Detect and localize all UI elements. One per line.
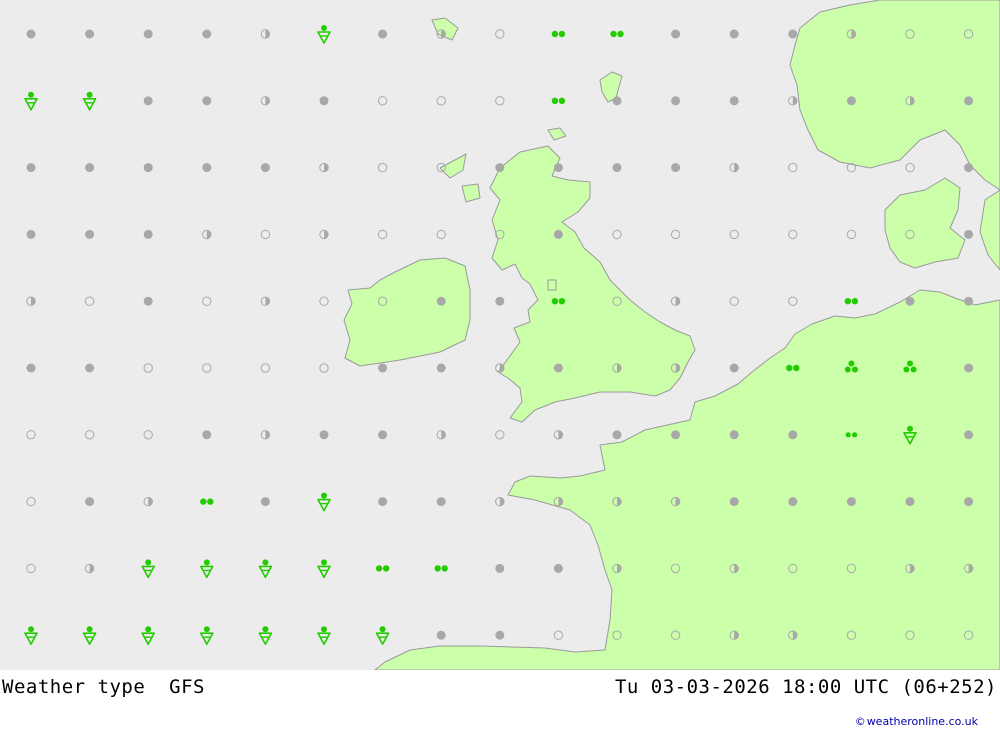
credit-text: weatheronline.co.uk	[866, 715, 978, 728]
filled-dot-symbol	[260, 497, 270, 507]
filled-dot-symbol	[495, 563, 505, 573]
filled-dot-symbol	[553, 563, 563, 573]
filled-dot-symbol	[553, 229, 563, 239]
product-name: Weather type	[2, 676, 146, 698]
filled-dot-symbol	[85, 497, 95, 507]
filled-dot-symbol	[788, 430, 798, 440]
weather-map	[0, 0, 1000, 670]
filled-dot-symbol	[26, 363, 36, 373]
filled-dot-symbol	[319, 96, 329, 106]
filled-dot-symbol	[85, 229, 95, 239]
filled-dot-symbol	[436, 363, 446, 373]
filled-dot-symbol	[495, 163, 505, 173]
filled-dot-symbol	[729, 96, 739, 106]
filled-dot-symbol	[378, 29, 388, 39]
filled-dot-symbol	[436, 497, 446, 507]
filled-dot-symbol	[671, 430, 681, 440]
filled-dot-symbol	[612, 96, 622, 106]
filled-dot-symbol	[202, 163, 212, 173]
filled-dot-symbol	[671, 163, 681, 173]
filled-dot-symbol	[143, 29, 153, 39]
filled-dot-symbol	[143, 229, 153, 239]
filled-dot-symbol	[729, 29, 739, 39]
filled-dot-symbol	[202, 29, 212, 39]
filled-dot-symbol	[905, 497, 915, 507]
filled-dot-symbol	[964, 363, 974, 373]
filled-dot-symbol	[964, 296, 974, 306]
filled-dot-symbol	[202, 430, 212, 440]
credit-link[interactable]: ©weatheronline.co.uk	[855, 715, 978, 728]
filled-dot-symbol	[671, 96, 681, 106]
filled-dot-symbol	[788, 497, 798, 507]
filled-dot-symbol	[964, 163, 974, 173]
filled-dot-symbol	[612, 430, 622, 440]
valid-time: Tu 03-03-2026 18:00 UTC (06+252)	[614, 676, 997, 698]
filled-dot-symbol	[436, 296, 446, 306]
filled-dot-symbol	[495, 296, 505, 306]
filled-dot-symbol	[143, 296, 153, 306]
filled-dot-symbol	[729, 497, 739, 507]
filled-dot-symbol	[143, 96, 153, 106]
filled-dot-symbol	[964, 229, 974, 239]
filled-dot-symbol	[964, 497, 974, 507]
filled-dot-symbol	[260, 163, 270, 173]
filled-dot-symbol	[612, 163, 622, 173]
filled-dot-symbol	[905, 296, 915, 306]
filled-dot-symbol	[319, 430, 329, 440]
filled-dot-symbol	[436, 630, 446, 640]
filled-dot-symbol	[378, 363, 388, 373]
filled-dot-symbol	[143, 163, 153, 173]
model-name: GFS	[169, 676, 205, 698]
filled-dot-symbol	[671, 29, 681, 39]
filled-dot-symbol	[729, 363, 739, 373]
filled-dot-symbol	[85, 363, 95, 373]
filled-dot-symbol	[788, 29, 798, 39]
filled-dot-symbol	[553, 163, 563, 173]
isle-of-man-land	[547, 279, 557, 291]
filled-dot-symbol	[846, 96, 856, 106]
filled-dot-symbol	[85, 29, 95, 39]
filled-dot-symbol	[26, 229, 36, 239]
filled-dot-symbol	[495, 630, 505, 640]
filled-dot-symbol	[202, 96, 212, 106]
filled-dot-symbol	[85, 163, 95, 173]
map-title: Weather type GFS	[2, 676, 205, 698]
copyright-symbol: ©	[854, 715, 866, 728]
filled-dot-symbol	[26, 163, 36, 173]
filled-dot-symbol	[26, 29, 36, 39]
filled-dot-symbol	[378, 430, 388, 440]
filled-dot-symbol	[964, 96, 974, 106]
filled-dot-symbol	[553, 363, 563, 373]
filled-dot-symbol	[729, 430, 739, 440]
filled-dot-symbol	[846, 497, 856, 507]
filled-dot-symbol	[378, 497, 388, 507]
filled-dot-symbol	[964, 430, 974, 440]
